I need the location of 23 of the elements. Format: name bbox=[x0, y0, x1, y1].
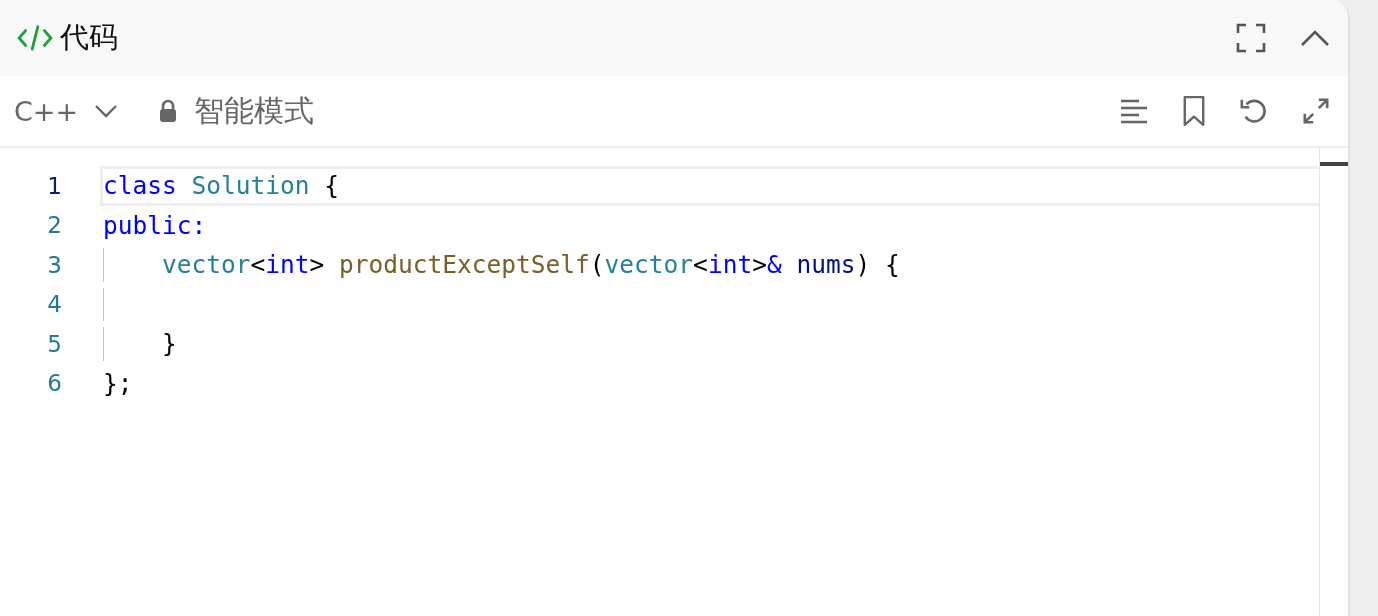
code-line: class Solution { bbox=[103, 171, 340, 201]
code-line: }; bbox=[103, 368, 133, 398]
line-number: 1 bbox=[46, 172, 62, 199]
collapse-icon[interactable] bbox=[1300, 29, 1330, 47]
code-icon bbox=[16, 24, 54, 52]
code-line: vector<int> productExceptSelf(vector<int>& nums) { bbox=[161, 250, 900, 280]
line-number: 2 bbox=[46, 212, 62, 239]
line-number: 5 bbox=[46, 330, 62, 357]
scrollbar-thumb[interactable] bbox=[1320, 162, 1348, 166]
expand-icon[interactable] bbox=[1302, 97, 1330, 125]
line-number: 4 bbox=[46, 291, 62, 318]
code-line: public: bbox=[103, 210, 207, 240]
line-number: 3 bbox=[46, 251, 62, 278]
language-dropdown[interactable]: C++ bbox=[14, 95, 119, 127]
fullscreen-icon[interactable] bbox=[1236, 23, 1266, 53]
code-line: } bbox=[161, 329, 177, 359]
panel-title: 代码 bbox=[60, 19, 118, 56]
chevron-down-icon bbox=[94, 104, 119, 118]
format-icon[interactable] bbox=[1119, 98, 1149, 124]
mode-label: 智能模式 bbox=[194, 91, 315, 130]
lock-icon bbox=[158, 99, 179, 123]
line-number: 6 bbox=[46, 370, 62, 397]
bookmark-icon[interactable] bbox=[1182, 95, 1206, 127]
